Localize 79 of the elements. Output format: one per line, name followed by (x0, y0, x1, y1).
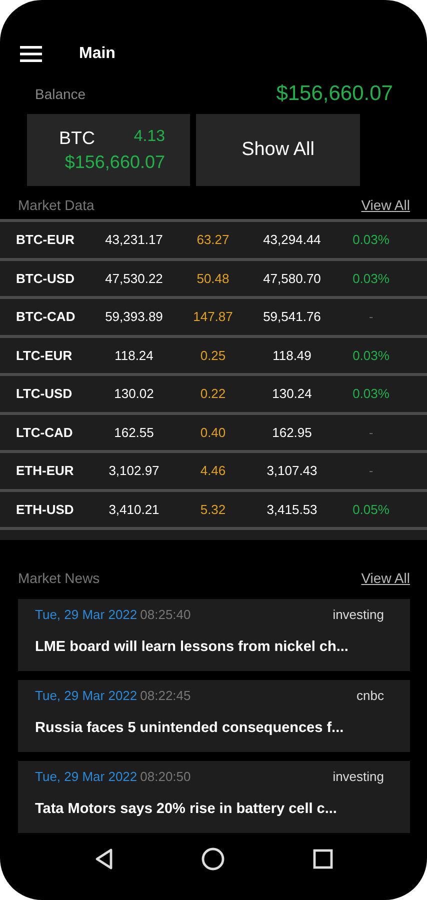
bid-cell-text: 162.55 (113, 424, 155, 440)
balance-label: Balance (35, 86, 86, 102)
bid-cell-text: 130.02 (113, 386, 155, 402)
ask-cell-text: 130.24 (271, 386, 313, 402)
news-card[interactable]: Tue, 29 Mar 2022 08:25:40 investing LME board will learn lessons from nickel ch... (18, 598, 410, 671)
recents-icon[interactable] (313, 849, 334, 870)
percent-cell-text: 0.03% (352, 386, 390, 402)
percent-cell-text: 0.05% (352, 502, 390, 517)
pair-cell-text: LTC-EUR (15, 348, 74, 363)
news-headline: Russia faces 5 unintended consequences f... (35, 720, 345, 736)
ask-cell-text: 59,541.76 (262, 309, 322, 324)
coin-amount: 4.13 (134, 128, 165, 147)
ask-cell-text: 3,107.43 (266, 463, 318, 478)
pair-cell-text: BTC-CAD (15, 309, 76, 324)
ask-cell-text: 43,294.44 (262, 232, 322, 248)
market-row[interactable]: LTC-EUR 118.24 0.25 118.49 0.03% (0, 334, 427, 373)
change-cell-text: 0.22 (199, 386, 227, 402)
change-cell-text: 50.48 (196, 270, 230, 286)
market-row[interactable]: BTC-CAD 59,393.89 147.87 59,541.76 - (0, 296, 427, 334)
percent-cell-text: 0.03% (352, 348, 390, 363)
ask-cell-text: 162.95 (271, 424, 313, 440)
market-row[interactable]: LTC-USD 130.02 0.22 130.24 0.03% (0, 373, 427, 412)
news-headline: LME board will learn lessons from nickel ch... (35, 638, 350, 655)
menu-icon[interactable] (20, 46, 42, 62)
view-all-link[interactable]: View All (361, 196, 410, 213)
balance-value: $156,660.07 (276, 82, 393, 106)
change-cell-text: 5.32 (199, 502, 227, 517)
percent-cell-text: - (368, 463, 374, 478)
pair-cell-text: ETH-USD (15, 502, 75, 517)
bid-cell-text: 118.24 (114, 348, 154, 363)
change-cell-text: 63.27 (196, 232, 230, 248)
percent-cell-text: 0.03% (352, 270, 390, 286)
section-title: Market News (18, 570, 100, 586)
change-cell-text: 0.25 (199, 348, 227, 363)
news-time: 08:25:40 (140, 606, 191, 622)
back-icon[interactable] (94, 848, 114, 870)
change-cell-text: 4.46 (199, 463, 227, 478)
news-card[interactable]: Tue, 29 Mar 2022 08:20:50 investing Tata Motors says 20% rise in battery cell c... (18, 760, 410, 833)
percent-cell-text: - (368, 309, 374, 324)
news-date: Tue, 29 Mar 2022 (35, 768, 138, 784)
wallet-card[interactable]: BTC 4.13 $156,660.07 (27, 114, 190, 186)
news-date: Tue, 29 Mar 2022 (35, 606, 138, 622)
pair-cell-text: BTC-USD (15, 270, 76, 286)
news-headline: Tata Motors says 20% rise in battery cell c... (35, 800, 338, 817)
news-card[interactable]: Tue, 29 Mar 2022 08:22:45 cnbc Russia faces 5 unintended consequences f... (18, 680, 410, 752)
coin-value: $156,660.07 (64, 152, 165, 173)
change-cell-text: 0.40 (199, 424, 227, 440)
pair-cell-text: BTC-EUR (15, 232, 76, 248)
ask-cell-text: 118.49 (272, 348, 312, 363)
market-row[interactable]: BTC-EUR 43,231.17 63.27 43,294.44 0.03% (0, 219, 427, 258)
news-time: 08:22:45 (140, 688, 191, 703)
pair-cell-text: LTC-USD (15, 386, 74, 402)
ask-cell-text: 3,415.53 (266, 502, 318, 517)
change-cell-text: 147.87 (192, 309, 234, 324)
percent-cell-text: - (368, 424, 374, 440)
section-title: Market Data (18, 196, 94, 213)
market-row[interactable]: LTC-CAD 162.55 0.40 162.95 - (0, 412, 427, 450)
coin-name: BTC (59, 128, 95, 149)
news-date: Tue, 29 Mar 2022 (35, 688, 138, 703)
market-row[interactable]: BTC-USD 47,530.22 50.48 47,580.70 0.03% (0, 258, 427, 296)
market-row[interactable]: ETH-USD 3,410.21 5.32 3,415.53 0.05% (0, 488, 427, 527)
news-source: investing (332, 768, 384, 784)
bid-cell-text: 59,393.89 (104, 309, 164, 324)
news-source: cnbc (356, 688, 384, 703)
bid-cell-text: 3,102.97 (108, 463, 160, 478)
screen-title: Main (79, 45, 116, 64)
bid-cell-text: 47,530.22 (104, 270, 164, 286)
market-row[interactable]: ETH-EUR 3,102.97 4.46 3,107.43 - (0, 450, 427, 488)
bid-cell-text: 3,410.21 (108, 502, 160, 517)
pair-cell-text: LTC-CAD (15, 424, 74, 440)
show-all-button[interactable]: Show All (196, 114, 360, 186)
bid-cell-text: 43,231.17 (104, 232, 164, 248)
news-time: 08:20:50 (140, 768, 191, 784)
view-all-link[interactable]: View All (361, 570, 410, 586)
percent-cell-text: 0.03% (352, 232, 390, 248)
ask-cell-text: 47,580.70 (262, 270, 322, 286)
pair-cell-text: ETH-EUR (15, 463, 75, 478)
news-source: investing (332, 606, 384, 622)
home-icon[interactable] (201, 847, 226, 872)
